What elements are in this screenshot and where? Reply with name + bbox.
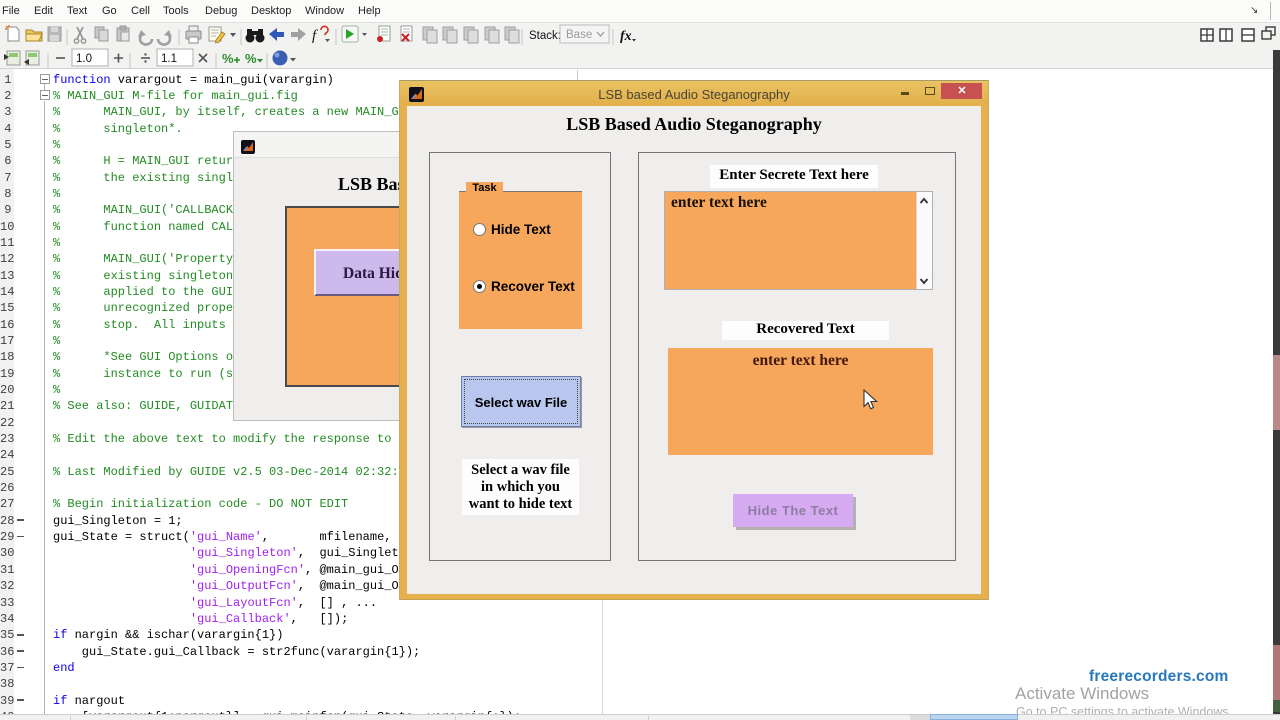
svg-text:1.0: 1.0 bbox=[76, 53, 92, 65]
svg-text:%: % bbox=[245, 51, 257, 66]
svg-text:f: f bbox=[312, 28, 318, 44]
svg-text:Stack:: Stack: bbox=[529, 30, 561, 42]
svg-text:1.1: 1.1 bbox=[161, 53, 177, 65]
svg-text:%: % bbox=[222, 51, 234, 66]
svg-text:fx: fx bbox=[620, 29, 632, 44]
svg-text:Base: Base bbox=[566, 29, 592, 41]
